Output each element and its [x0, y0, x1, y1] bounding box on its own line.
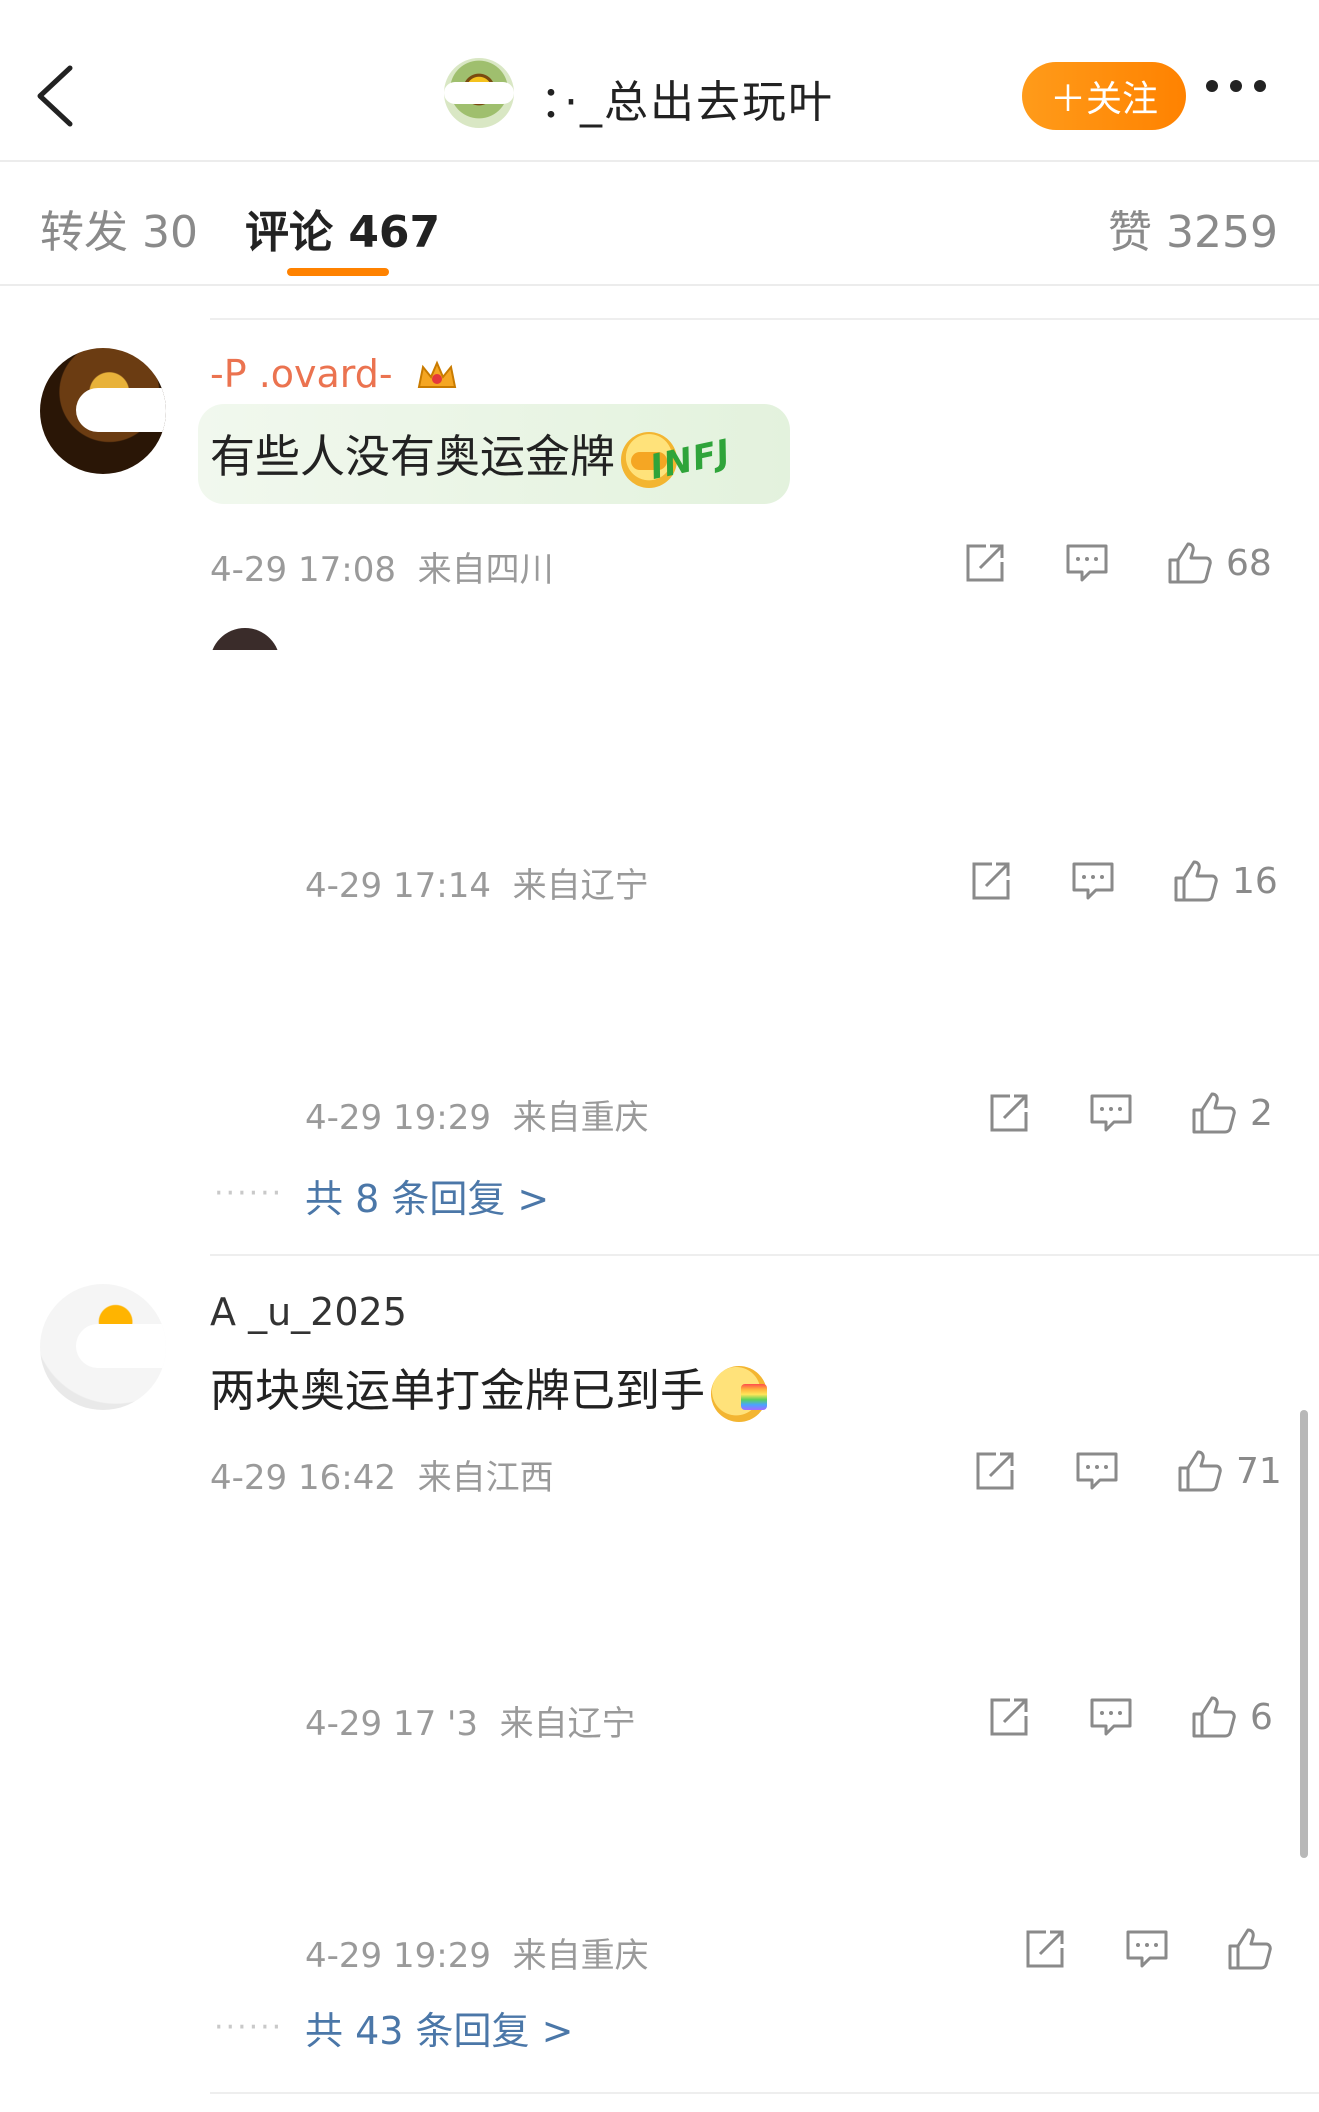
like-icon[interactable]: [1190, 1694, 1236, 1740]
like-icon[interactable]: [1176, 1448, 1222, 1494]
tab-reposts[interactable]: 转发 30: [40, 196, 198, 260]
repost-icon[interactable]: [968, 858, 1014, 904]
like-count: 16: [1232, 860, 1278, 902]
divider: [210, 2092, 1319, 2094]
reply-actions: 16: [968, 856, 1278, 906]
reply-time: 4-29 19:29: [305, 1098, 491, 1138]
rainbow-vomit-emoji-icon: [711, 1366, 768, 1422]
back-arrow-icon[interactable]: [32, 64, 76, 128]
avatar[interactable]: [40, 1284, 166, 1410]
reply-icon[interactable]: [1064, 540, 1110, 586]
reply-location: 来自辽宁: [499, 1704, 636, 1744]
divider: [210, 318, 1319, 320]
reply-icon[interactable]: [1124, 1926, 1170, 1972]
comment-time: 4-29 16:42: [210, 1458, 396, 1498]
reply-time: 4-29 17:14: [305, 866, 491, 906]
top-bar: ：·_总出去玩叶 ＋关注: [0, 0, 1319, 162]
repost-icon[interactable]: [1022, 1926, 1068, 1972]
comment-meta: 4-29 17:08 来自四川: [210, 542, 554, 591]
like-count: 68: [1226, 542, 1272, 584]
more-replies-link[interactable]: 共 8 条回复 >: [305, 1168, 549, 1223]
reply-meta: 4-29 17:14 来自辽宁: [305, 858, 649, 907]
reply-time: 4-29 17 '3: [305, 1704, 479, 1744]
repost-icon[interactable]: [962, 540, 1008, 586]
like-count: 71: [1236, 1450, 1282, 1492]
more-replies-link[interactable]: 共 43 条回复 >: [305, 2000, 573, 2055]
avatar[interactable]: [40, 348, 166, 474]
like-count: 2: [1250, 1092, 1273, 1134]
reply-avatar[interactable]: [210, 628, 280, 650]
tab-likes[interactable]: 赞 3259: [1108, 196, 1278, 260]
reply-meta: 4-29 19:29 来自重庆: [305, 1928, 649, 1977]
username-text[interactable]: -P .ovard-: [210, 352, 393, 396]
more-replies-dots: ······: [214, 2010, 284, 2045]
crown-icon: [417, 359, 456, 388]
more-replies-dots: ······: [214, 1176, 284, 1211]
scrollbar[interactable]: [1300, 1410, 1308, 1858]
comment-username[interactable]: A _u_2025: [210, 1290, 407, 1334]
comment-text: 两块奥运单打金牌已到手: [210, 1354, 768, 1422]
reply-meta: 4-29 19:29 来自重庆: [305, 1090, 649, 1139]
tab-bar: 转发 30 评论 467 赞 3259: [0, 162, 1319, 286]
like-icon[interactable]: [1190, 1090, 1236, 1136]
reply-time: 4-29 19:29: [305, 1936, 491, 1976]
reply-meta: 4-29 17 '3 来自辽宁: [305, 1696, 636, 1745]
reply-actions: 2: [986, 1088, 1273, 1138]
more-icon[interactable]: [1206, 80, 1266, 92]
reply-icon[interactable]: [1070, 858, 1116, 904]
repost-icon[interactable]: [986, 1694, 1032, 1740]
tab-comments[interactable]: 评论 467: [245, 196, 440, 260]
comment-username[interactable]: -P .ovard-: [210, 352, 459, 397]
comment-actions: 68: [962, 538, 1272, 588]
comment-location: 来自江西: [417, 1458, 554, 1498]
like-count: 6: [1250, 1696, 1273, 1738]
reply-location: 来自辽宁: [512, 866, 649, 906]
comment-text: 有些人没有奥运金牌: [210, 420, 678, 488]
author-avatar[interactable]: [444, 58, 514, 128]
repost-icon[interactable]: [972, 1448, 1018, 1494]
comment-meta: 4-29 16:42 来自江西: [210, 1450, 554, 1499]
like-icon[interactable]: [1172, 858, 1218, 904]
reply-icon[interactable]: [1088, 1090, 1134, 1136]
reply-actions: 6: [986, 1692, 1273, 1742]
reply-actions: [1022, 1924, 1272, 1974]
comment-time: 4-29 17:08: [210, 550, 396, 590]
repost-icon[interactable]: [986, 1090, 1032, 1136]
like-icon[interactable]: [1226, 1926, 1272, 1972]
reply-icon[interactable]: [1074, 1448, 1120, 1494]
like-icon[interactable]: [1166, 540, 1212, 586]
active-tab-indicator: [287, 268, 389, 276]
comment-text-content: 两块奥运单打金牌已到手: [210, 1364, 706, 1417]
divider: [210, 1254, 1319, 1256]
comment-text-content: 有些人没有奥运金牌: [210, 430, 616, 483]
follow-button[interactable]: ＋关注: [1022, 62, 1186, 130]
reply-location: 来自重庆: [512, 1936, 649, 1976]
reply-icon[interactable]: [1088, 1694, 1134, 1740]
author-name[interactable]: ：·_总出去玩叶: [540, 66, 834, 130]
comment-actions: 71: [972, 1446, 1282, 1496]
comment-location: 来自四川: [417, 550, 554, 590]
reply-location: 来自重庆: [512, 1098, 649, 1138]
